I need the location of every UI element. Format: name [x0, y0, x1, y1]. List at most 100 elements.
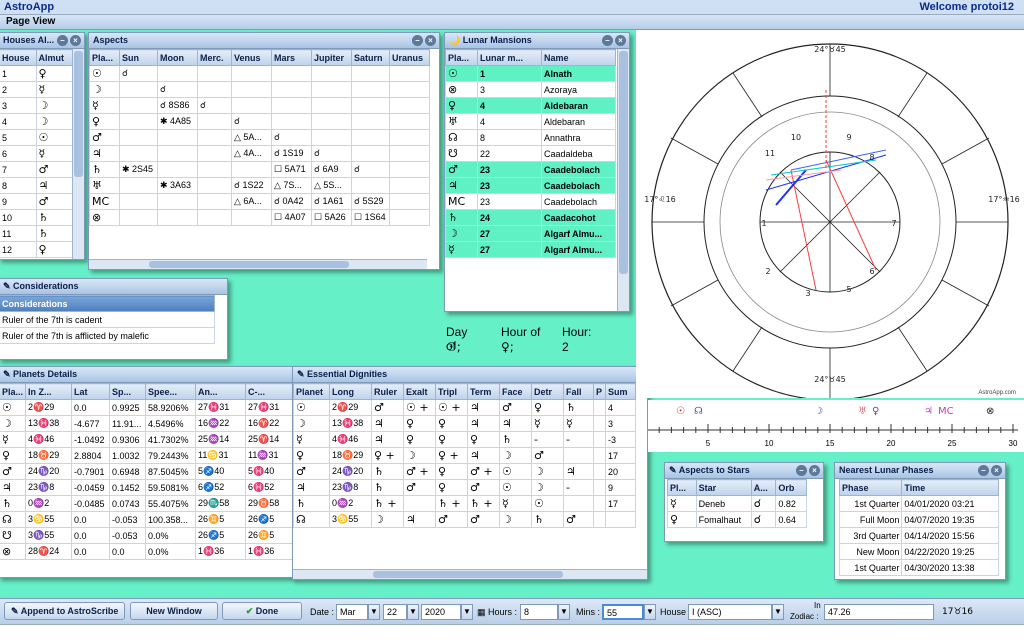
table-row[interactable]: ☿ Deneb ☌ 0.82 — [667, 495, 807, 512]
table-row[interactable]: ♂ 23 Caadebolach — [445, 161, 616, 178]
table-row[interactable]: ☉ 2♈29 0.0 0.9925 58.9206% 27♓31 27♓31 — [0, 399, 293, 416]
chevron-down-icon[interactable]: ▼ — [461, 604, 473, 620]
close-icon[interactable]: × — [809, 465, 820, 476]
dignities-col-header[interactable]: Sum — [605, 383, 636, 400]
planets-col-header[interactable]: Lat — [71, 383, 110, 400]
dignities-col-header[interactable]: Fall — [563, 383, 594, 400]
lunar-col-header[interactable]: Pla... — [445, 49, 478, 66]
welcome-text[interactable]: Welcome protoi12 — [919, 1, 1014, 13]
table-row[interactable]: 1 ♀ — [0, 65, 73, 82]
hours-input[interactable]: 8 — [520, 604, 558, 620]
minimize-icon[interactable]: – — [978, 465, 989, 476]
table-row[interactable]: ♀ 4 Aldebaran — [445, 97, 616, 114]
table-row[interactable]: 6 ☿ — [0, 145, 73, 162]
minimize-icon[interactable]: – — [412, 35, 423, 46]
chevron-down-icon[interactable]: ▼ — [407, 604, 419, 620]
table-row[interactable]: New Moon 04/22/2020 19:25 — [838, 543, 999, 560]
table-row[interactable]: ☿ 4♓46 ♃ ♀ ♀ ♀ ♄ - - -3 — [293, 431, 636, 448]
chevron-down-icon[interactable]: ▼ — [558, 604, 570, 620]
table-row[interactable]: 5 ☉ — [0, 129, 73, 146]
dignities-col-header[interactable]: Planet — [293, 383, 330, 400]
table-row[interactable]: ♂ △ 5A... ☌ — [89, 129, 430, 146]
dignities-col-header[interactable]: Detr — [531, 383, 564, 400]
table-row[interactable]: 7 ♂ — [0, 161, 73, 178]
table-row[interactable]: ☿ 27 Algarf Almu... — [445, 241, 616, 258]
planets-col-header[interactable]: C-... — [245, 383, 293, 400]
table-row[interactable]: ☽ 27 Algarf Almu... — [445, 225, 616, 242]
year-input[interactable]: 2020 — [421, 604, 461, 620]
stars-col-header[interactable]: Star — [695, 479, 752, 496]
planets-details-header[interactable]: ✎ Planets Details — [0, 367, 293, 383]
done-button[interactable]: ✔ Done — [222, 602, 302, 620]
close-icon[interactable]: × — [991, 465, 1002, 476]
table-row[interactable]: ♄ ✱ 2S45 ☐ 5A71 ☌ 6A9 ☌ — [89, 161, 430, 178]
table-row[interactable]: 12 ♀ — [0, 241, 73, 258]
table-row[interactable]: 11 ♄ — [0, 225, 73, 242]
table-row[interactable]: ♃ 23♑8 ♄ ♂ ♀ ♂ ☉ ☽ -9 — [293, 479, 636, 496]
aspects-col-header[interactable]: Venus — [231, 49, 272, 66]
aspects-col-header[interactable]: Mars — [271, 49, 312, 66]
table-row[interactable]: ♂ 24♑20 ♄ ♂ + ♀ ♂ + ☉ ☽ ♃ 20 — [293, 463, 636, 480]
table-row[interactable]: ☉ ☌ — [89, 65, 430, 82]
aspects-col-header[interactable]: Uranus — [389, 49, 430, 66]
minimize-icon[interactable]: – — [796, 465, 807, 476]
considerations-header[interactable]: ✎ Considerations — [0, 279, 227, 295]
table-row[interactable]: 1st Quarter 04/30/2020 13:38 — [838, 559, 999, 576]
table-row[interactable]: 4 ☽ — [0, 113, 73, 130]
zodiac-input[interactable]: 47.26 — [824, 604, 934, 620]
chevron-down-icon[interactable]: ▼ — [644, 604, 656, 620]
phases-col-header[interactable]: Phase — [838, 479, 903, 496]
table-row[interactable]: ♀ Fomalhaut ☌ 0.64 — [667, 511, 807, 528]
stars-col-header[interactable]: A... — [750, 479, 777, 496]
horizontal-scrollbar[interactable] — [293, 569, 647, 579]
lunar-mansions-header[interactable]: 🌙 Lunar Mansions – × — [445, 33, 629, 49]
dignities-col-header[interactable]: Exalt — [403, 383, 436, 400]
table-row[interactable]: MC △ 6A... ☌ 0A42 ☌ 1A61 ☌ 5S29 — [89, 193, 430, 210]
lunar-col-header[interactable]: Name — [541, 49, 616, 66]
scrollbar[interactable] — [72, 49, 84, 259]
close-icon[interactable]: × — [70, 35, 81, 46]
dignities-col-header[interactable]: Term — [467, 383, 500, 400]
table-row[interactable]: 2 ☿ — [0, 81, 73, 98]
day-select[interactable]: 22 — [383, 604, 407, 620]
table-row[interactable]: ♅ 4 Aldebaran — [445, 113, 616, 130]
close-icon[interactable]: × — [615, 35, 626, 46]
aspects-col-header[interactable]: Moon — [157, 49, 198, 66]
table-row[interactable]: ♃ 23♑8 -0.0459 0.1452 59.5081% 6♐52 6♓52 — [0, 479, 293, 496]
table-row[interactable]: ♅ ✱ 3A63 ☌ 1S22 △ 7S... △ 5S... — [89, 177, 430, 194]
table-row[interactable]: ♀ 18♉29 ♀ + ☽ ♀ + ♃ ☽ ♂ 17 — [293, 447, 636, 464]
stars-col-header[interactable]: Pl... — [667, 479, 697, 496]
phases-col-header[interactable]: Time — [901, 479, 999, 496]
table-row[interactable]: ☿ ☌ 8S86 ☌ — [89, 97, 430, 114]
table-row[interactable]: ☋ 3♑55 0.0 -0.053 0.0% 26♐5 26♊5 — [0, 527, 293, 544]
table-row[interactable]: ☊ 3♋55 ☽ ♃ ♂ ♂ ☽ ♄ ♂ — [293, 511, 636, 528]
planets-col-header[interactable]: Spee... — [145, 383, 196, 400]
table-row[interactable]: ♄ 0♒2 ♄ + ♄ + ♄ + ☿ ☉ 17 — [293, 495, 636, 512]
table-row[interactable]: 9 ♂ — [0, 193, 73, 210]
table-row[interactable]: ☋ 22 Caadaldeba — [445, 145, 616, 162]
houses-col-header[interactable]: Almut — [35, 49, 73, 66]
table-row[interactable]: ♀ ✱ 4A85 ☌ — [89, 113, 430, 130]
dignities-header[interactable]: ✎ Essential Dignities — [293, 367, 647, 383]
append-to-astroscribe-button[interactable]: ✎ Append to AstroScribe — [4, 602, 126, 620]
table-row[interactable]: ☽ ☌ — [89, 81, 430, 98]
dignities-col-header[interactable]: P — [593, 383, 606, 400]
aspects-stars-header[interactable]: ✎ Aspects to Stars – × — [665, 463, 823, 479]
table-row[interactable]: MC 23 Caadebolach — [445, 193, 616, 210]
table-row[interactable]: Full Moon 04/07/2020 19:35 — [838, 511, 999, 528]
minimize-icon[interactable]: – — [602, 35, 613, 46]
table-row[interactable]: ☽ 13♓38 -4.677 11.91... 4.5496% 16♒22 16♈22 — [0, 415, 293, 432]
mins-input[interactable]: 55 — [602, 604, 644, 620]
aspects-col-header[interactable]: Pla... — [89, 49, 120, 66]
planets-col-header[interactable]: In Z... — [25, 383, 72, 400]
table-row[interactable]: ♄ 0♒2 -0.0485 0.0743 55.4075% 29♏58 29♉58 — [0, 495, 293, 512]
month-select[interactable]: Mar — [336, 604, 368, 620]
horizontal-scrollbar[interactable] — [89, 259, 427, 269]
table-row[interactable]: ☊ 3♋55 0.0 -0.053 100.358... 26♊5 26♐5 — [0, 511, 293, 528]
lunar-phases-header[interactable]: Nearest Lunar Phases – × — [835, 463, 1005, 479]
table-row[interactable]: ⊗ 28♈24 0.0 0.0 0.0% 1♓36 1♓36 — [0, 543, 293, 560]
house-select[interactable]: I (ASC) — [688, 604, 772, 620]
table-row[interactable]: ☊ 8 Annathra — [445, 129, 616, 146]
planets-col-header[interactable]: Pla... — [0, 383, 26, 400]
planets-col-header[interactable]: An... — [195, 383, 246, 400]
